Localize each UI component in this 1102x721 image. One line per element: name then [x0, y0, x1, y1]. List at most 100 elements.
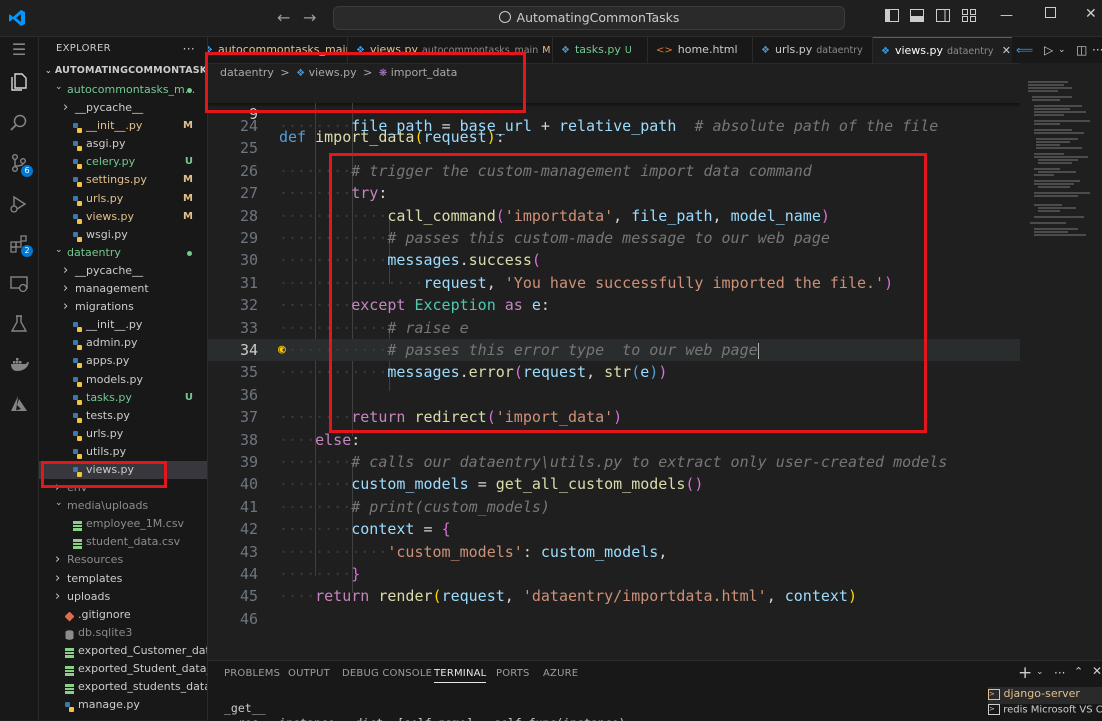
editor-tab[interactable]: <> home.html — [648, 37, 753, 63]
file-tree-item[interactable]: views.py M — [39, 208, 207, 226]
file-tree-item[interactable]: apps.py — [39, 352, 207, 370]
editor-tab[interactable]: ❖ views.py dataentry ✕ — [873, 37, 1018, 63]
file-tree-item[interactable]: __init__.py — [39, 316, 207, 334]
file-tree-item[interactable]: › templates — [39, 570, 207, 588]
file-label: views.py — [86, 462, 135, 476]
editor-tab[interactable]: ❖ urls.py dataentry — [753, 37, 873, 63]
file-tree-item[interactable]: tests.py — [39, 407, 207, 425]
file-tree-item[interactable]: db.sqlite3 — [39, 624, 207, 642]
azure-icon[interactable] — [8, 394, 30, 416]
terminal-name: django-server — [1003, 687, 1080, 700]
file-tree-item[interactable]: utils.py — [39, 443, 207, 461]
file-tree-item[interactable]: settings.py M — [39, 171, 207, 189]
file-label: apps.py — [86, 354, 130, 368]
file-tree-item[interactable]: admin.py — [39, 334, 207, 352]
close-panel-icon[interactable]: ✕ — [1092, 664, 1102, 678]
file-tree-item[interactable]: .gitignore — [39, 606, 207, 624]
toggle-sidebar-icon[interactable] — [885, 9, 899, 26]
python-icon — [73, 139, 82, 152]
file-tree-item[interactable]: urls.py M — [39, 190, 207, 208]
python-icon — [73, 230, 82, 242]
file-tree-item[interactable]: wsgi.py — [39, 226, 207, 244]
file-tree-item[interactable]: celery.py U — [39, 153, 207, 171]
breadcrumb-file[interactable]: views.py — [309, 66, 357, 79]
sticky-scroll-header[interactable]: 9 def import_data(request): — [208, 81, 1020, 146]
file-tree-item[interactable]: exported_Customer_data_2... — [39, 642, 207, 660]
panel-tab-ports[interactable]: PORTS — [496, 668, 530, 679]
file-tree-item[interactable]: › __pycache__ — [39, 262, 207, 280]
editor-tab[interactable]: ❖autocommontasks_mainM — [208, 37, 348, 63]
split-left-icon[interactable]: ⟸ — [1016, 37, 1033, 63]
run-debug-icon[interactable] — [8, 194, 30, 216]
editor-tab[interactable]: ❖ tasks.py U — [553, 37, 648, 63]
terminal-item[interactable]: > django-server — [988, 687, 1102, 704]
file-tree-item[interactable]: › migrations — [39, 298, 207, 316]
run-python-icon[interactable]: ▷ — [1044, 37, 1053, 63]
customize-layout-icon[interactable] — [962, 9, 976, 26]
search-icon[interactable] — [8, 113, 30, 135]
file-tree-item[interactable]: ⌄ media\uploads — [39, 497, 207, 515]
toggle-secondary-sidebar-icon[interactable] — [936, 9, 950, 26]
file-tree-item[interactable]: ⌄ autocommontasks_m... — [39, 81, 207, 99]
tab-label: autocommontasks_main — [217, 43, 348, 56]
python-icon — [65, 700, 74, 713]
minimize-icon[interactable]: — — [1000, 8, 1013, 23]
line-number: 41 — [239, 497, 258, 516]
docker-icon[interactable] — [8, 354, 30, 376]
arrow-right-icon[interactable]: → — [303, 8, 316, 27]
more-actions-icon[interactable]: ··· — [1054, 666, 1065, 680]
file-tree-item[interactable]: models.py — [39, 371, 207, 389]
file-tree-item[interactable]: student_data.csv — [39, 533, 207, 551]
panel-tab-output[interactable]: OUTPUT — [288, 668, 330, 679]
file-tree-item[interactable]: exported_Student_data_202... — [39, 660, 207, 678]
panel-tab-debug-console[interactable]: DEBUG CONSOLE — [342, 668, 432, 679]
folder-label: __pycache__ — [75, 101, 144, 115]
file-tree-item[interactable]: › management — [39, 280, 207, 298]
panel-tab-azure[interactable]: AZURE — [543, 668, 578, 679]
file-tree-item[interactable]: urls.py — [39, 425, 207, 443]
code-line: 24 ········file_path = base_url + relativ… — [208, 115, 1020, 137]
file-tree-item[interactable]: employee_1M.csv — [39, 515, 207, 533]
split-editor-icon[interactable]: ◫ — [1076, 37, 1087, 63]
menu-icon[interactable]: ☰ — [8, 39, 30, 61]
file-tree-item[interactable]: __init__.py M — [39, 117, 207, 135]
folder-label: autocommontasks_m... — [67, 83, 196, 96]
file-tree-item[interactable]: › Resources — [39, 551, 207, 569]
testing-icon[interactable] — [8, 314, 30, 336]
file-tree-item[interactable]: › env — [39, 479, 207, 497]
explorer-title: EXPLORER — [56, 43, 111, 54]
run-dropdown-icon[interactable]: ⌄ — [1058, 37, 1066, 63]
new-terminal-icon[interactable]: + — [1018, 663, 1032, 683]
close-window-icon[interactable]: ✕ — [1085, 6, 1097, 22]
command-center-search[interactable]: AutomatingCommonTasks — [333, 6, 845, 30]
file-tree-item[interactable]: › uploads — [39, 588, 207, 606]
terminal-item[interactable]: > redis Microsoft VS C... — [988, 704, 1102, 721]
toggle-panel-icon[interactable] — [910, 9, 924, 26]
remote-explorer-icon[interactable] — [8, 274, 30, 296]
file-tree-item[interactable]: › __pycache__ — [39, 99, 207, 117]
maximize-icon[interactable] — [1045, 7, 1056, 22]
minimap[interactable] — [1020, 63, 1102, 643]
close-tab-icon[interactable]: ✕ — [1002, 38, 1011, 63]
breadcrumb-folder[interactable]: dataentry — [220, 66, 274, 79]
more-actions-icon[interactable]: ··· — [183, 37, 195, 61]
file-tree-item[interactable]: views.py — [39, 460, 207, 480]
panel-tab-problems[interactable]: PROBLEMS — [224, 668, 280, 679]
chevron-up-icon[interactable]: ⌃ — [1074, 665, 1083, 678]
chevron-down-icon[interactable]: ⌄ — [1036, 667, 1044, 677]
file-tree-item[interactable]: asgi.py — [39, 135, 207, 153]
panel-tab-terminal[interactable]: TERMINAL — [434, 668, 487, 683]
file-tree-item[interactable]: ⌄ dataentry — [39, 244, 207, 262]
csv-icon — [73, 537, 82, 550]
more-actions-icon[interactable]: ··· — [1092, 37, 1102, 63]
code-editor[interactable]: 24 ········file_path = base_url + relativ… — [208, 103, 1020, 643]
tab-label: tasks.py — [574, 43, 621, 56]
file-tree-item[interactable]: tasks.py U — [39, 389, 207, 407]
arrow-left-icon[interactable]: ← — [277, 8, 290, 27]
project-folder[interactable]: ⌄ AUTOMATINGCOMMONTASKS — [39, 61, 207, 81]
explorer-icon[interactable] — [8, 72, 30, 94]
file-tree-item[interactable]: manage.py — [39, 696, 207, 714]
breadcrumb-symbol[interactable]: import_data — [391, 66, 458, 79]
editor-tab[interactable]: ❖ views.py autocommontasks_main M — [348, 37, 553, 63]
file-tree-item[interactable]: exported_students_data_20... — [39, 678, 207, 696]
